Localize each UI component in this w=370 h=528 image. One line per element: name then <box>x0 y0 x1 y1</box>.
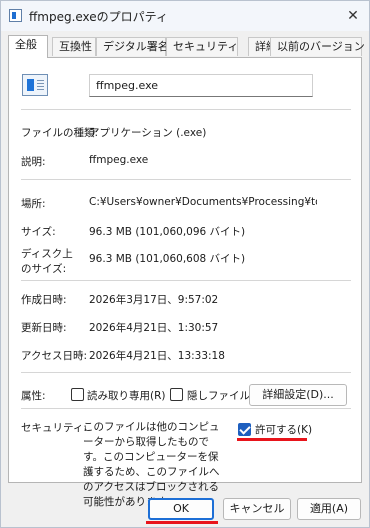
file-name-field[interactable]: ffmpeg.exe <box>89 74 313 97</box>
modified-label: 更新日時: <box>21 322 67 334</box>
tab-general[interactable]: 全般 <box>8 35 48 58</box>
divider <box>21 372 351 373</box>
location-label: 場所: <box>21 198 46 210</box>
annotation-underline-unblock <box>237 438 307 441</box>
created-label: 作成日時: <box>21 294 67 306</box>
hidden-checkbox[interactable] <box>170 388 183 401</box>
accessed-value: 2026年4月21日、13:33:18 <box>89 350 225 362</box>
close-icon: ✕ <box>347 8 359 24</box>
file-type-label: ファイルの種類: <box>21 127 99 139</box>
location-value: C:¥Users¥owner¥Documents¥Processing¥tool… <box>89 196 317 208</box>
disk-size-label-line1: ディスク上 <box>21 248 73 260</box>
modified-value: 2026年4月21日、1:30:57 <box>89 322 219 334</box>
close-button[interactable]: ✕ <box>343 6 363 26</box>
tab-previous-versions[interactable]: 以前のバージョン <box>270 37 365 56</box>
properties-window: ffmpeg.exeのプロパティ ✕ 全般 互換性 デジタル署名 セキュリティ … <box>0 0 370 528</box>
disk-size-value: 96.3 MB (101,060,608 バイト) <box>89 253 246 265</box>
size-label: サイズ: <box>21 226 56 238</box>
divider <box>21 280 351 281</box>
apply-button[interactable]: 適用(A) <box>297 498 361 520</box>
readonly-checkbox[interactable] <box>71 388 84 401</box>
tab-security[interactable]: セキュリティ <box>166 37 238 56</box>
divider <box>21 109 351 110</box>
divider <box>21 408 351 409</box>
divider <box>21 179 351 180</box>
attributes-label: 属性: <box>21 390 46 402</box>
tab-digital-signature[interactable]: デジタル署名 <box>96 37 169 56</box>
disk-size-label-line2: のサイズ: <box>21 263 67 275</box>
tab-strip: 全般 互換性 デジタル署名 セキュリティ 詳細 以前のバージョン <box>8 35 365 58</box>
created-value: 2026年3月17日、9:57:02 <box>89 294 219 306</box>
unblock-label[interactable]: 許可する(K) <box>255 422 312 437</box>
readonly-label[interactable]: 読み取り専用(R) <box>87 388 166 403</box>
description-label: 説明: <box>21 156 46 168</box>
ok-button[interactable]: OK <box>148 498 214 520</box>
description-value: ffmpeg.exe <box>89 154 149 166</box>
security-label: セキュリティ: <box>21 422 87 434</box>
file-properties-icon <box>9 9 22 22</box>
unblock-checkbox[interactable] <box>238 423 251 436</box>
accessed-label: アクセス日時: <box>21 350 88 362</box>
cancel-button[interactable]: キャンセル <box>223 498 291 520</box>
general-panel: ffmpeg.exe ファイルの種類: アプリケーション (.exe) 説明: … <box>8 57 362 508</box>
tab-compatibility[interactable]: 互換性 <box>52 37 96 56</box>
size-value: 96.3 MB (101,060,096 バイト) <box>89 226 246 238</box>
title-bar: ffmpeg.exeのプロパティ ✕ <box>1 1 369 31</box>
advanced-button[interactable]: 詳細設定(D)... <box>249 384 347 406</box>
file-type-value: アプリケーション (.exe) <box>89 127 207 139</box>
annotation-underline-ok <box>146 521 218 524</box>
window-title: ffmpeg.exeのプロパティ <box>29 10 168 24</box>
file-icon <box>22 74 48 96</box>
security-message: このファイルは他のコンピューターから取得したものです。このコンピューターを保護す… <box>83 421 220 508</box>
